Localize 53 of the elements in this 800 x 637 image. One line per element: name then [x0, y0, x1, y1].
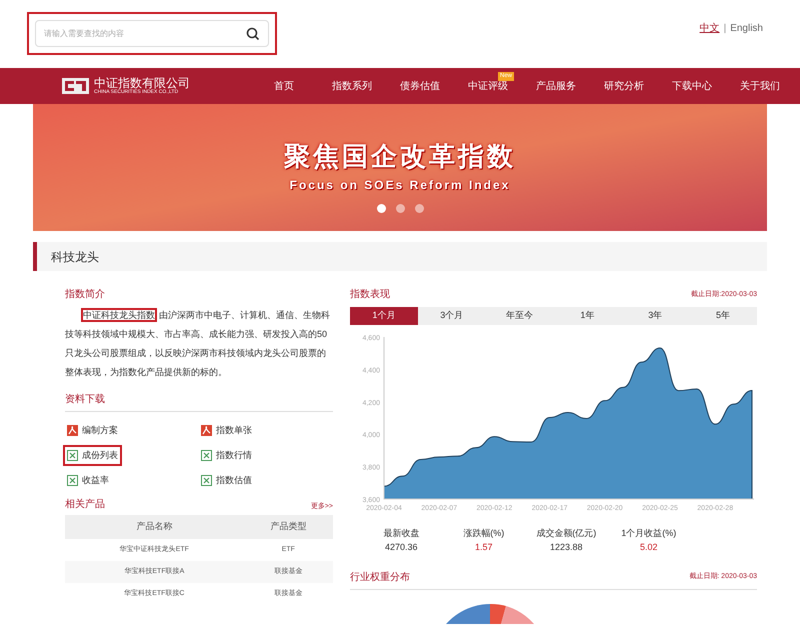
pdf-icon [201, 425, 212, 436]
nav-link[interactable]: 下载中心 [672, 78, 712, 94]
column-header: 产品名称 [135, 520, 174, 534]
spreadsheet-icon [201, 450, 212, 461]
period-tab[interactable]: 3年 [621, 307, 690, 325]
spreadsheet-icon [201, 475, 212, 486]
banner-title: 聚焦国企改革指数 [284, 140, 516, 172]
period-tab[interactable]: 年至今 [486, 307, 554, 325]
spreadsheet-icon [67, 450, 78, 461]
download-link[interactable]: 收益率 [65, 472, 111, 489]
nav-link[interactable]: 中证评级 [468, 78, 508, 94]
stat-label: 涨跌幅(%) [462, 527, 506, 540]
logo-icon [62, 77, 90, 95]
nav-link[interactable]: 首页 [274, 78, 294, 94]
download-link[interactable]: 编制方案 [65, 422, 120, 439]
section-heading: 资料下载 [65, 392, 106, 407]
stat-value: 1.57 [474, 540, 494, 554]
nav-link[interactable]: 关于我们 [740, 78, 780, 94]
language-link[interactable]: English [730, 21, 763, 36]
period-tab[interactable]: 5年 [689, 307, 757, 325]
index-description: 中证科技龙头指数 由沪深两市中电子、计算机、通信、生物科技等科技领域中规模大、市占率高、成长能力强、研发投入高的50只龙头公司股票组成，以反映沪深两市科技领域内龙头公司股票的整体表现，为指数化产品提供新的标的。 [65, 309, 331, 379]
download-link[interactable]: 指数单张 [199, 422, 254, 439]
nav-link[interactable]: 债券估值 [400, 78, 440, 94]
download-link[interactable]: 指数行情 [199, 447, 254, 464]
logo-name: 中证指数有限公司 [94, 77, 190, 89]
stat-label: 1个月收益(%) [620, 527, 678, 540]
search-icon[interactable] [246, 26, 260, 40]
stat-label: 最新收盘 [382, 527, 420, 540]
search-input[interactable]: 请输入需要查找的内容 [44, 28, 246, 40]
section-heading: 指数表现 [350, 288, 390, 302]
search-field[interactable]: 请输入需要查找的内容 [35, 20, 269, 47]
banner-subtitle: Focus on SOEs Reform Index [290, 176, 510, 194]
stat-label: 成交金额(亿元) [535, 527, 598, 540]
language-link[interactable]: 中文 [700, 21, 720, 36]
period-tab[interactable]: 1年 [553, 307, 622, 325]
nav-link[interactable]: 指数系列 [332, 78, 372, 94]
nav-link[interactable]: 研究分析 [604, 78, 644, 94]
download-link[interactable]: 成份列表 [65, 447, 120, 464]
column-header: 产品类型 [269, 520, 308, 534]
stat-value: 1223.88 [548, 540, 584, 554]
section-heading: 相关产品 [65, 498, 105, 512]
stat-value: 4270.36 [384, 540, 419, 554]
period-tab[interactable]: 1个月 [350, 307, 418, 325]
section-heading: 行业权重分布 [350, 570, 410, 585]
section-heading: 指数简介 [65, 288, 106, 302]
stat-value: 5.02 [638, 540, 659, 554]
nav-link[interactable]: 产品服务 [536, 78, 576, 94]
period-tab[interactable]: 3个月 [418, 307, 486, 325]
download-link[interactable]: 指数估值 [199, 472, 254, 489]
spreadsheet-icon [67, 475, 78, 486]
page-title: 科技龙头 [51, 248, 99, 266]
pdf-icon [67, 425, 78, 436]
separator: | [724, 22, 726, 36]
